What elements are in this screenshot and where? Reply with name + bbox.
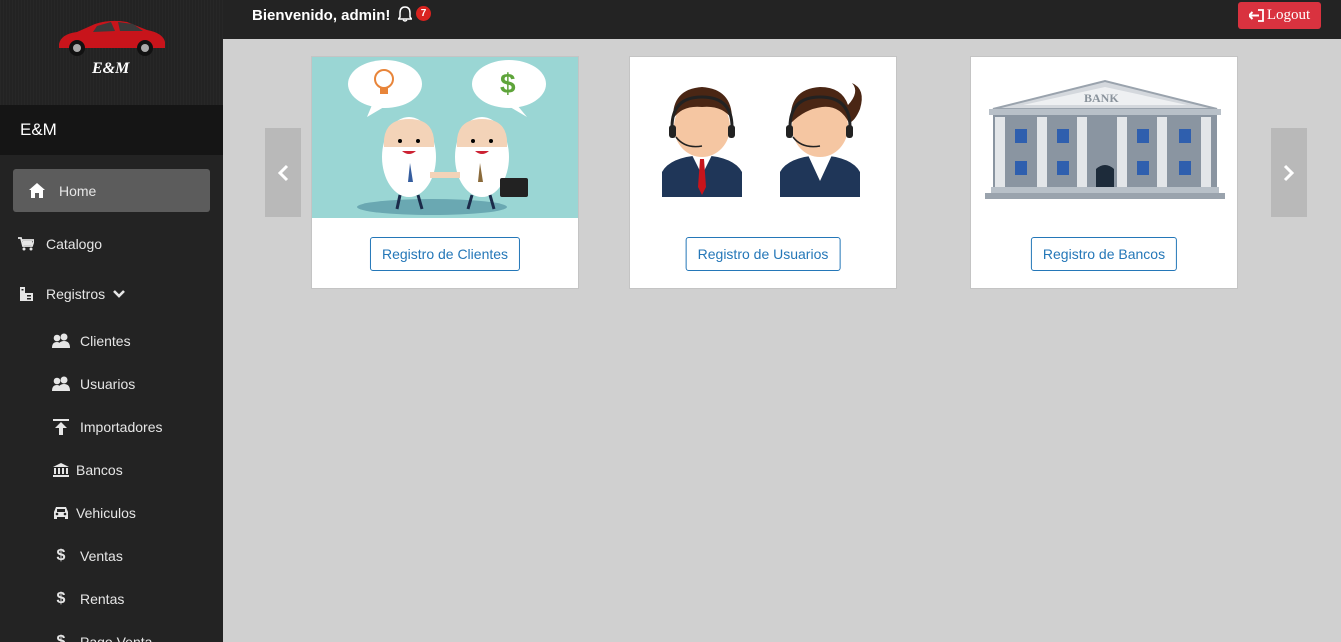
sidebar-subitem-pago-venta[interactable]: $ Pago Venta bbox=[0, 620, 223, 642]
bank-icon bbox=[52, 461, 70, 479]
sidebar-item-registros[interactable]: Registros bbox=[0, 269, 223, 319]
logo-text: E&M bbox=[92, 60, 130, 77]
sidebar-subitem-label: Vehiculos bbox=[76, 504, 136, 521]
sidebar-subitem-rentas[interactable]: $ Rentas bbox=[0, 577, 223, 620]
logout-label: Logout bbox=[1266, 7, 1311, 23]
sidebar-subitem-bancos[interactable]: Bancos bbox=[0, 448, 223, 491]
chevron-down-icon bbox=[113, 289, 126, 299]
logo[interactable]: E&M bbox=[0, 0, 223, 105]
cart-icon bbox=[16, 234, 36, 254]
chevron-right-icon bbox=[1283, 164, 1295, 181]
dollar-icon: $ bbox=[56, 632, 66, 642]
card-bancos: BANK Registro de Bancos bbox=[970, 56, 1238, 289]
sidebar-subitem-label: Importadores bbox=[80, 418, 163, 435]
card-clientes: $ Registro de Clientes bbox=[311, 56, 579, 289]
brand-title: E&M bbox=[0, 105, 223, 155]
sidebar-subitem-usuarios[interactable]: Usuarios bbox=[0, 362, 223, 405]
top-bar: Bienvenido, admin! 7 Logout bbox=[223, 0, 1341, 39]
svg-text:BANK: BANK bbox=[1084, 91, 1119, 105]
notification-badge[interactable]: 7 bbox=[416, 6, 431, 21]
clients-illustration: $ bbox=[312, 57, 578, 218]
registro-clientes-button[interactable]: Registro de Clientes bbox=[369, 237, 521, 271]
upload-icon bbox=[52, 418, 70, 436]
svg-text:$: $ bbox=[500, 68, 516, 99]
chevron-left-icon bbox=[277, 164, 289, 181]
sidebar-item-catalogo[interactable]: Catalogo bbox=[0, 219, 223, 269]
registro-bancos-button[interactable]: Registro de Bancos bbox=[1030, 237, 1178, 271]
sidebar-item-label: Registros bbox=[46, 286, 106, 302]
car-logo-icon bbox=[59, 20, 165, 56]
sidebar-subitem-label: Clientes bbox=[80, 332, 131, 349]
sidebar-subitem-ventas[interactable]: $ Ventas bbox=[0, 534, 223, 577]
sidebar: E&M E&M Home Catalogo Registros Clientes… bbox=[0, 0, 223, 642]
sidebar-nav: Home Catalogo Registros Clientes Usuario… bbox=[0, 155, 223, 642]
sidebar-subitem-importadores[interactable]: Importadores bbox=[0, 405, 223, 448]
sidebar-item-label: Catalogo bbox=[46, 236, 103, 252]
users-icon bbox=[52, 375, 70, 393]
registro-usuarios-button[interactable]: Registro de Usuarios bbox=[685, 237, 841, 271]
carousel-next-button[interactable] bbox=[1271, 128, 1307, 217]
dollar-icon: $ bbox=[56, 546, 66, 564]
sidebar-subitem-label: Rentas bbox=[80, 590, 125, 607]
card-usuarios: Registro de Usuarios bbox=[629, 56, 897, 289]
carousel-prev-button[interactable] bbox=[265, 128, 301, 217]
sidebar-subitem-label: Ventas bbox=[80, 547, 123, 564]
sidebar-subitem-clientes[interactable]: Clientes bbox=[0, 319, 223, 362]
sidebar-subitem-label: Usuarios bbox=[80, 375, 136, 392]
registry-icon bbox=[16, 284, 36, 304]
welcome-text: Bienvenido, admin! bbox=[252, 7, 391, 24]
users-icon bbox=[52, 332, 70, 350]
sidebar-item-home[interactable]: Home bbox=[13, 169, 210, 212]
users-illustration bbox=[630, 57, 896, 218]
dollar-icon: $ bbox=[56, 589, 66, 607]
logout-button[interactable]: Logout bbox=[1238, 2, 1321, 29]
sidebar-item-label: Home bbox=[59, 182, 97, 199]
bank-illustration: BANK bbox=[971, 57, 1237, 218]
car-icon bbox=[52, 504, 70, 522]
sidebar-subitem-vehiculos[interactable]: Vehiculos bbox=[0, 491, 223, 534]
sidebar-subitem-label: Bancos bbox=[76, 461, 123, 478]
logout-icon bbox=[1248, 9, 1267, 22]
bell-icon[interactable] bbox=[397, 6, 413, 27]
sidebar-subitem-label: Pago Venta bbox=[80, 633, 153, 642]
home-icon bbox=[27, 181, 47, 201]
